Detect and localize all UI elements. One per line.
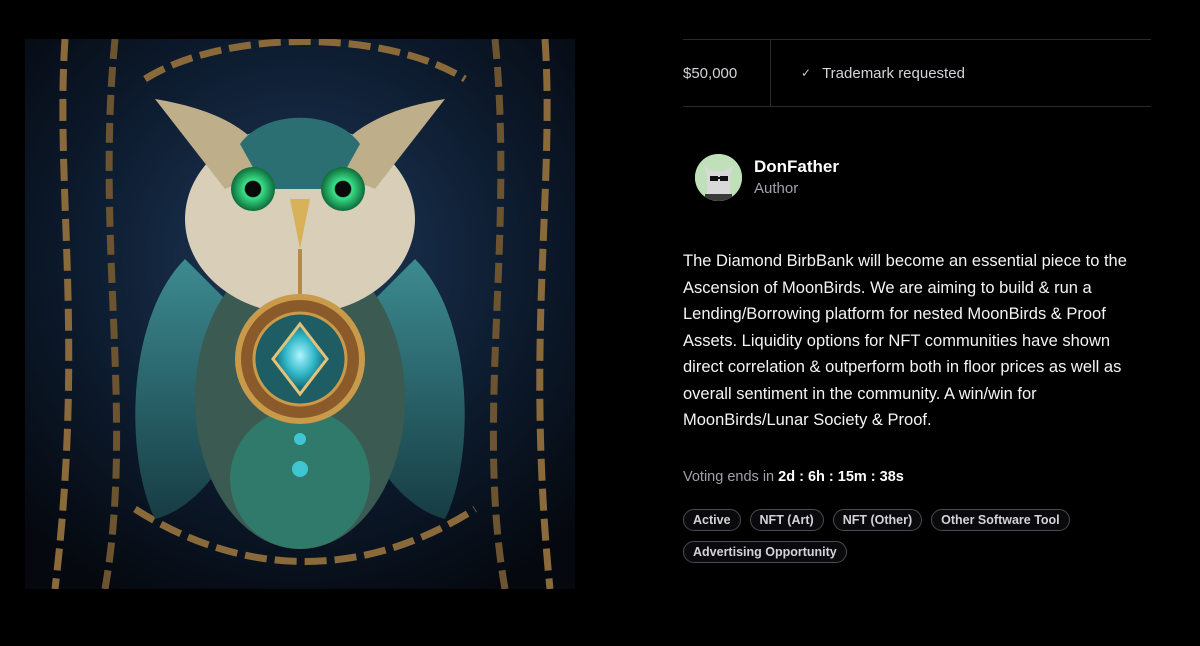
tag-other-software-tool[interactable]: Other Software Tool (931, 509, 1070, 531)
avatar[interactable] (695, 154, 742, 201)
check-icon: ✓ (801, 66, 812, 80)
proposal-details-panel: $50,000 ✓ Trademark requested DonFather … (683, 39, 1151, 563)
tag-active[interactable]: Active (683, 509, 741, 531)
author-avatar-image (695, 154, 742, 201)
tag-list: Active NFT (Art) NFT (Other) Other Softw… (683, 509, 1151, 563)
tag-nft-other[interactable]: NFT (Other) (832, 509, 923, 531)
tag-advertising-opportunity[interactable]: Advertising Opportunity (683, 541, 847, 563)
voting-countdown: Voting ends in 2d : 6h : 15m : 38s (683, 469, 904, 485)
author-text: DonFather Author (754, 156, 839, 200)
author-block[interactable]: DonFather Author (695, 154, 839, 201)
author-role: Author (754, 179, 799, 197)
owl-artwork-image (25, 39, 575, 589)
stats-row: $50,000 ✓ Trademark requested (683, 39, 1151, 107)
price-value: $50,000 (683, 40, 771, 106)
trademark-status: ✓ Trademark requested (771, 40, 965, 106)
tag-nft-art[interactable]: NFT (Art) (749, 509, 824, 531)
trademark-label: Trademark requested (822, 64, 965, 82)
voting-prefix: Voting ends in (683, 469, 775, 485)
proposal-description: The Diamond BirbBank will become an esse… (683, 252, 1127, 429)
proposal-artwork (25, 39, 575, 589)
author-name[interactable]: DonFather (754, 156, 839, 178)
voting-countdown-value: 2d : 6h : 15m : 38s (778, 469, 904, 485)
